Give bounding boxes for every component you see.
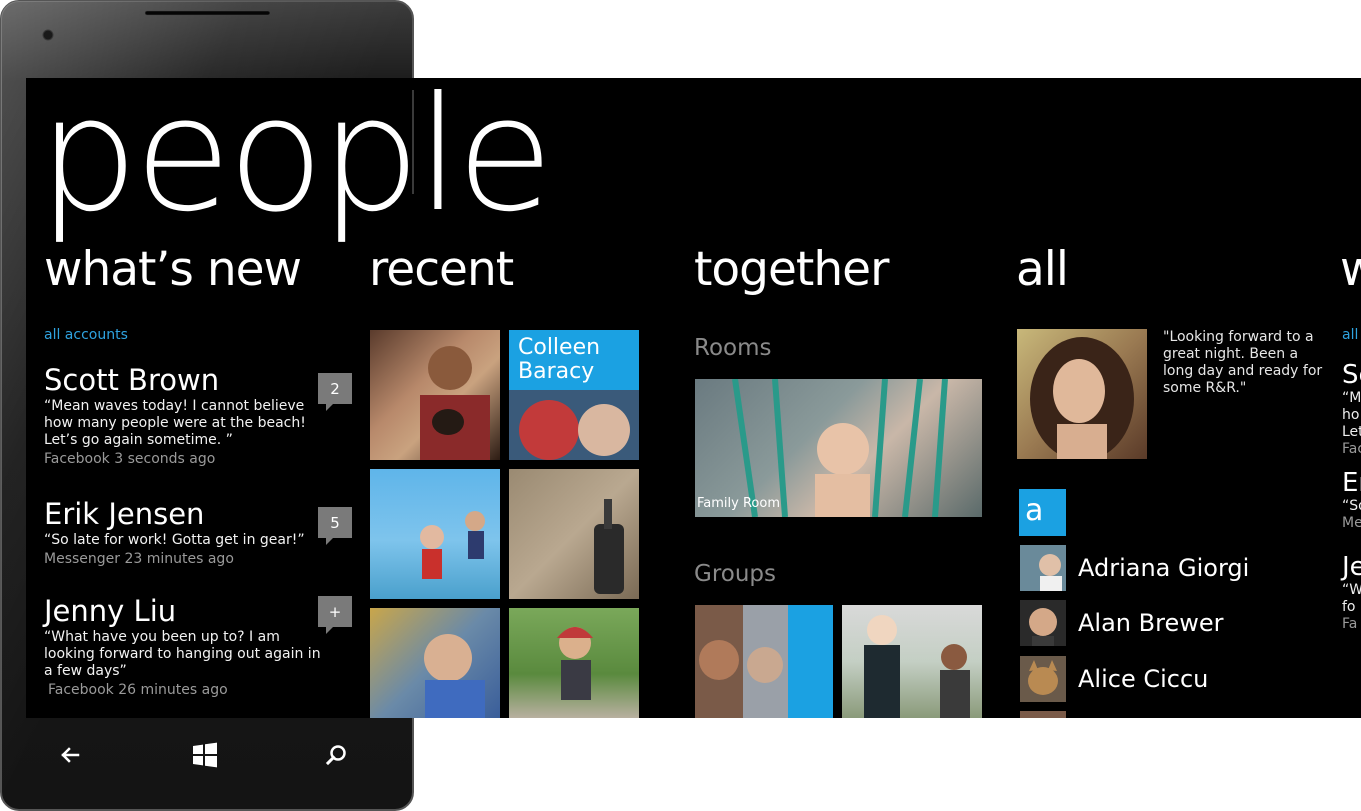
all-accounts-filter[interactable]: all accounts [44, 327, 128, 343]
contact-name: Alan Brewer [1078, 609, 1224, 637]
profile-photo[interactable] [1017, 329, 1147, 459]
feed-item-message: “What have you been up to? I am looking … [44, 629, 321, 679]
message-count-badge[interactable]: 5 [318, 507, 352, 545]
contact-photo [594, 499, 624, 594]
people-panorama: people what’s new all accounts Scott Bro… [26, 78, 1361, 718]
alphabet-letter: a [1025, 493, 1044, 528]
groups-header: Groups [694, 561, 777, 587]
contact-photo [1020, 656, 1066, 702]
windows-logo-icon [193, 742, 217, 768]
back-button[interactable] [50, 735, 90, 775]
group-tile[interactable] [842, 605, 982, 718]
title-bar-line [412, 90, 414, 194]
peek-text: “M [1342, 390, 1361, 406]
section-header-recent[interactable]: recent [369, 246, 514, 293]
peek-text: “So [1342, 498, 1361, 514]
peek-text: Let [1342, 424, 1361, 440]
contact-photo [1020, 600, 1066, 646]
contact-row[interactable]: Alice Ciccu [1020, 656, 1208, 702]
family-room-tile[interactable]: Family Room [695, 379, 982, 517]
section-header-all[interactable]: all [1016, 246, 1069, 293]
section-header-together[interactable]: together [694, 246, 889, 293]
contact-photo [1020, 545, 1066, 591]
peek-meta: Fa [1342, 616, 1358, 632]
feed-item-meta: Messenger 23 minutes ago [44, 551, 234, 567]
feed-item-name: Jenny Liu [44, 594, 177, 628]
feed-item-jenny-liu[interactable]: Jenny Liu “What have you been up to? I a… [40, 597, 330, 699]
alphabet-group-tile[interactable]: a [1019, 489, 1066, 536]
group-photo [695, 605, 788, 718]
peek-text: ho [1342, 407, 1360, 423]
contact-photo [420, 346, 490, 460]
avatar [1030, 337, 1134, 459]
rooms-header: Rooms [694, 335, 772, 361]
feed-item-scott-brown[interactable]: Scott Brown “Mean waves today! I cannot … [44, 366, 334, 468]
section-header-whats-new[interactable]: what’s new [44, 246, 302, 293]
contact-photo [424, 634, 485, 718]
feed-item-name: Scott Brown [44, 363, 220, 397]
peek-meta: Me [1342, 515, 1361, 531]
feed-item-message: “Mean waves today! I cannot believe how … [44, 398, 306, 448]
group-photo [864, 615, 970, 718]
search-icon [325, 745, 346, 766]
next-feed-preview: Sc “M ho Let Fac Er “So Me Je “W fo Fa [1342, 360, 1361, 633]
recent-contact-tile[interactable] [370, 469, 500, 599]
feed-item-meta: Facebook 26 minutes ago [48, 682, 228, 698]
contact-photo [557, 627, 593, 700]
peek-name: Je [1342, 552, 1361, 582]
feed-item-message: “So late for work! Gotta get in gear!” [44, 532, 305, 548]
contact-photo-partial [1020, 711, 1066, 718]
contact-name: Alice Ciccu [1078, 665, 1209, 693]
contact-row[interactable]: Adriana Giorgi [1020, 545, 1249, 591]
peek-name: Er [1342, 468, 1361, 498]
feed-item-name: Erik Jensen [44, 497, 205, 531]
page-title: people [38, 78, 554, 247]
recent-contact-tile[interactable] [370, 330, 500, 460]
peek-meta: Fac [1342, 441, 1361, 457]
start-button[interactable] [185, 735, 225, 775]
new-item-badge[interactable]: + [318, 596, 352, 634]
recent-contact-tile[interactable] [370, 608, 500, 718]
all-accounts-filter-next[interactable]: all [1342, 327, 1358, 343]
feed-item-erik-jensen[interactable]: Erik Jensen “So late for work! Gotta get… [44, 500, 334, 568]
peek-text: fo [1342, 599, 1356, 615]
contact-name: Adriana Giorgi [1078, 554, 1250, 582]
group-tile[interactable] [695, 605, 833, 718]
contact-row[interactable]: Alan Brewer [1020, 600, 1223, 646]
feed-item-meta: Facebook 3 seconds ago [44, 451, 216, 467]
profile-status: "Looking forward to a great night. Been … [1163, 329, 1323, 396]
search-button[interactable] [316, 735, 356, 775]
message-count-badge[interactable]: 2 [318, 373, 352, 411]
recent-contact-tile[interactable] [509, 469, 639, 599]
peek-text: “W [1342, 582, 1361, 598]
section-header-whats-new-next[interactable]: w [1340, 246, 1361, 293]
room-caption: Family Room [697, 496, 780, 511]
recent-contact-tile-colleen[interactable]: Colleen Baracy [509, 330, 639, 460]
back-arrow-icon [61, 747, 80, 763]
contact-photo [509, 390, 639, 460]
peek-name: Sc [1342, 360, 1361, 390]
contact-photo [420, 511, 485, 579]
recent-contact-tile[interactable] [509, 608, 639, 718]
